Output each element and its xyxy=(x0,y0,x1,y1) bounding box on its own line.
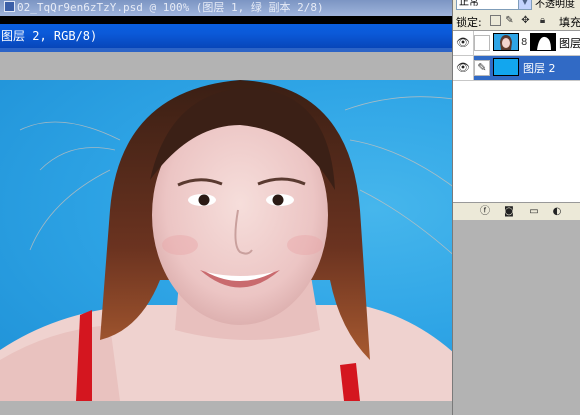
layer-name: 图层 2 xyxy=(523,62,556,75)
eye-icon[interactable]: 👁︎ xyxy=(453,31,474,55)
layers-panel: 正常 ▼ 不透明度 锁定: ✎ ✥ 🔒︎ 填充 👁︎ 8 图层 👁︎ ✎ 图层 … xyxy=(452,0,580,221)
layer-style-icon[interactable]: ⓕ xyxy=(479,206,491,217)
blend-mode-select[interactable]: 正常 xyxy=(456,0,522,10)
portrait-photo xyxy=(0,80,490,401)
lock-paint-icon[interactable]: ✎ xyxy=(504,15,515,26)
lock-move-icon[interactable]: ✥ xyxy=(520,15,531,26)
active-document-titlebar[interactable]: 图层 2, RGB/8) xyxy=(0,24,452,48)
layer-row[interactable]: 👁︎ 8 图层 xyxy=(453,31,580,56)
lock-transparent-icon[interactable] xyxy=(490,15,501,26)
opacity-label: 不透明度 xyxy=(535,0,575,10)
document-icon xyxy=(4,1,15,12)
panel-area-empty xyxy=(452,220,580,415)
chain-link-icon[interactable]: 8 xyxy=(521,37,527,48)
titlebar-bottom-edge xyxy=(0,48,452,52)
layers-list: 👁︎ 8 图层 👁︎ ✎ 图层 2 xyxy=(453,30,580,203)
eye-icon[interactable]: 👁︎ xyxy=(453,56,474,80)
fill-label: 填充 xyxy=(559,16,580,29)
layer-row-selected[interactable]: 👁︎ ✎ 图层 2 xyxy=(453,56,580,81)
chevron-down-icon[interactable]: ▼ xyxy=(518,0,532,10)
layer-name: 图层 xyxy=(559,37,580,50)
layer-mask-thumbnail[interactable] xyxy=(530,33,556,51)
lock-label: 锁定: xyxy=(456,16,482,29)
add-mask-icon[interactable]: ◙ xyxy=(503,206,515,217)
layer-thumbnail xyxy=(493,58,519,76)
link-cell[interactable] xyxy=(474,35,490,51)
adjustment-layer-icon[interactable]: ◐ xyxy=(551,206,563,217)
window-frame-edge xyxy=(0,16,452,24)
new-set-icon[interactable]: ▭ xyxy=(528,206,540,217)
image-canvas[interactable] xyxy=(0,80,497,401)
inactive-document-title: 02_TqQr9en6zTzY.psd @ 100% (图层 1, 绿 副本 2… xyxy=(17,1,324,14)
blend-row: 正常 ▼ 不透明度 xyxy=(453,0,580,12)
brush-icon[interactable]: ✎ xyxy=(474,60,490,76)
layers-footer: ⓕ ◙ ▭ ◐ xyxy=(453,202,580,221)
layer-thumbnail xyxy=(493,33,519,51)
lock-all-icon[interactable]: 🔒︎ xyxy=(537,15,548,26)
active-document-title: 图层 2, RGB/8) xyxy=(1,29,98,43)
inactive-document-titlebar[interactable]: 02_TqQr9en6zTzY.psd @ 100% (图层 1, 绿 副本 2… xyxy=(0,0,452,16)
lock-row: 锁定: ✎ ✥ 🔒︎ 填充 xyxy=(453,12,580,30)
